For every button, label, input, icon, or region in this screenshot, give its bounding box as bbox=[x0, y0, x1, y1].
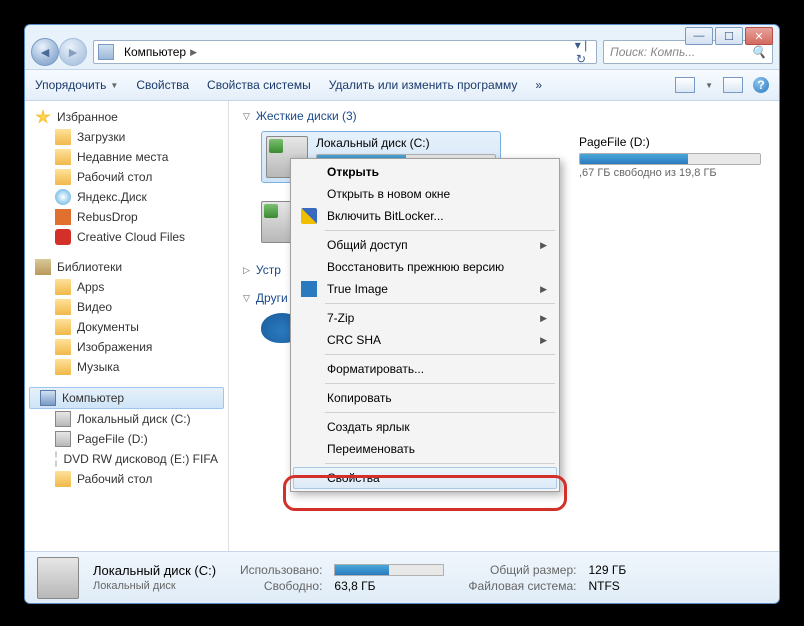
sidebar-item-dvd[interactable]: DVD RW дисковод (E:) FIFA bbox=[25, 449, 228, 469]
drive-d-usage-bar bbox=[579, 153, 761, 165]
computer-icon bbox=[98, 44, 114, 60]
search-placeholder: Поиск: Компь... bbox=[610, 45, 695, 59]
system-properties-button[interactable]: Свойства системы bbox=[207, 78, 311, 92]
navigation-pane: Избранное Загрузки Недавние места Рабочи… bbox=[25, 101, 229, 551]
forward-button[interactable]: ► bbox=[59, 38, 87, 66]
folder-icon bbox=[55, 149, 71, 165]
folder-icon bbox=[55, 471, 71, 487]
breadcrumb-computer[interactable]: Компьютер ▶ bbox=[120, 43, 201, 61]
maximize-button[interactable]: ☐ bbox=[715, 27, 743, 45]
drive-icon bbox=[55, 431, 71, 447]
ctx-create-shortcut[interactable]: Создать ярлык bbox=[293, 416, 557, 438]
sidebar-item-drive-c[interactable]: Локальный диск (C:) bbox=[25, 409, 228, 429]
sidebar-item-recent[interactable]: Недавние места bbox=[25, 147, 228, 167]
status-drive-name: Локальный диск (C:) bbox=[93, 563, 216, 578]
address-bar[interactable]: Компьютер ▶ ▾ | ↻ bbox=[93, 40, 597, 64]
creative-cloud-icon bbox=[55, 229, 71, 245]
ctx-true-image[interactable]: True Image▶ bbox=[293, 278, 557, 300]
computer-icon bbox=[40, 390, 56, 406]
status-usage-bar bbox=[334, 564, 444, 576]
refresh-button-group[interactable]: ▾ | ↻ bbox=[570, 38, 592, 66]
drive-d-label: PageFile (D:) bbox=[579, 135, 761, 149]
sidebar-item-pictures[interactable]: Изображения bbox=[25, 337, 228, 357]
chevron-down-icon[interactable]: ▼ bbox=[705, 81, 713, 90]
drive-c-label: Локальный диск (C:) bbox=[316, 136, 496, 150]
ctx-crc-sha[interactable]: CRC SHA▶ bbox=[293, 329, 557, 351]
ctx-bitlocker[interactable]: Включить BitLocker... bbox=[293, 205, 557, 227]
folder-icon bbox=[55, 279, 71, 295]
sidebar-item-music[interactable]: Музыка bbox=[25, 357, 228, 377]
search-icon: 🔍 bbox=[751, 45, 766, 59]
uninstall-button[interactable]: Удалить или изменить программу bbox=[329, 78, 518, 92]
toolbar: Упорядочить▼ Свойства Свойства системы У… bbox=[25, 69, 779, 101]
sidebar-item-video[interactable]: Видео bbox=[25, 297, 228, 317]
sidebar-item-desktop[interactable]: Рабочий стол bbox=[25, 167, 228, 187]
true-image-icon bbox=[301, 281, 317, 297]
status-used-label: Использовано: bbox=[240, 563, 322, 577]
rebusdrop-icon bbox=[55, 209, 71, 225]
status-free-label: Свободно: bbox=[240, 579, 322, 593]
status-total-label: Общий размер: bbox=[468, 563, 576, 577]
favorites-group[interactable]: Избранное bbox=[25, 107, 228, 127]
ctx-format[interactable]: Форматировать... bbox=[293, 358, 557, 380]
ctx-properties[interactable]: Свойства bbox=[293, 467, 557, 489]
hard-disks-header[interactable]: ▽Жесткие диски (3) bbox=[243, 109, 765, 123]
properties-button[interactable]: Свойства bbox=[136, 78, 189, 92]
navigation-bar: ◄ ► Компьютер ▶ ▾ | ↻ Поиск: Компь... 🔍 bbox=[25, 35, 779, 69]
ctx-open[interactable]: Открыть bbox=[293, 161, 557, 183]
sidebar-item-apps[interactable]: Apps bbox=[25, 277, 228, 297]
folder-icon bbox=[55, 299, 71, 315]
folder-icon bbox=[55, 339, 71, 355]
sidebar-item-creative-cloud[interactable]: Creative Cloud Files bbox=[25, 227, 228, 247]
ctx-open-new-window[interactable]: Открыть в новом окне bbox=[293, 183, 557, 205]
yandex-icon bbox=[55, 189, 71, 205]
sidebar-item-drive-d[interactable]: PageFile (D:) bbox=[25, 429, 228, 449]
ctx-restore[interactable]: Восстановить прежнюю версию bbox=[293, 256, 557, 278]
minimize-button[interactable]: — bbox=[685, 27, 713, 45]
star-icon bbox=[35, 109, 51, 125]
ctx-rename[interactable]: Переименовать bbox=[293, 438, 557, 460]
sidebar-item-computer[interactable]: Компьютер bbox=[29, 387, 224, 409]
window-controls: — ☐ ✕ bbox=[685, 27, 773, 45]
libraries-group[interactable]: Библиотеки bbox=[25, 257, 228, 277]
sidebar-item-rebusdrop[interactable]: RebusDrop bbox=[25, 207, 228, 227]
close-button[interactable]: ✕ bbox=[745, 27, 773, 45]
folder-icon bbox=[55, 169, 71, 185]
status-free-value: 63,8 ГБ bbox=[334, 579, 444, 593]
folder-icon bbox=[55, 359, 71, 375]
status-total-value: 129 ГБ bbox=[588, 563, 626, 577]
shield-icon bbox=[301, 208, 317, 224]
library-icon bbox=[35, 259, 51, 275]
drive-d[interactable]: PageFile (D:) ,67 ГБ свободно из 19,8 ГБ bbox=[525, 131, 765, 183]
ctx-7zip[interactable]: 7-Zip▶ bbox=[293, 307, 557, 329]
view-options-icon[interactable] bbox=[675, 77, 695, 93]
dvd-icon bbox=[55, 451, 57, 467]
ctx-copy[interactable]: Копировать bbox=[293, 387, 557, 409]
status-bar: Локальный диск (C:) Локальный диск Испол… bbox=[25, 551, 779, 603]
folder-icon bbox=[55, 129, 71, 145]
status-drive-type: Локальный диск bbox=[93, 580, 216, 592]
sidebar-item-yandex[interactable]: Яндекс.Диск bbox=[25, 187, 228, 207]
sidebar-item-documents[interactable]: Документы bbox=[25, 317, 228, 337]
back-button[interactable]: ◄ bbox=[31, 38, 59, 66]
sidebar-item-desktop2[interactable]: Рабочий стол bbox=[25, 469, 228, 489]
organize-menu[interactable]: Упорядочить▼ bbox=[35, 78, 118, 92]
status-fs-label: Файловая система: bbox=[468, 579, 576, 593]
breadcrumb-label: Компьютер bbox=[124, 45, 186, 59]
context-menu: Открыть Открыть в новом окне Включить Bi… bbox=[290, 158, 560, 492]
drive-d-free: ,67 ГБ свободно из 19,8 ГБ bbox=[579, 167, 761, 179]
chevron-right-icon: ▶ bbox=[190, 47, 197, 58]
more-button[interactable]: » bbox=[535, 78, 542, 92]
ctx-share[interactable]: Общий доступ▶ bbox=[293, 234, 557, 256]
folder-icon bbox=[55, 319, 71, 335]
help-icon[interactable]: ? bbox=[753, 77, 769, 93]
drive-icon bbox=[37, 557, 79, 599]
drive-icon bbox=[55, 411, 71, 427]
sidebar-item-downloads[interactable]: Загрузки bbox=[25, 127, 228, 147]
preview-pane-icon[interactable] bbox=[723, 77, 743, 93]
status-fs-value: NTFS bbox=[588, 579, 626, 593]
